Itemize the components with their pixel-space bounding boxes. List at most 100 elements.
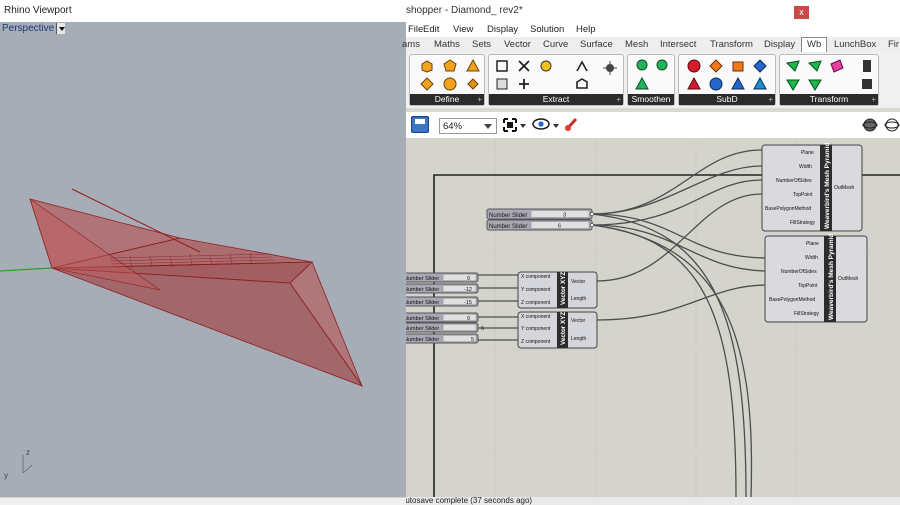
subd-diamond-icon[interactable] <box>753 59 767 73</box>
tab-intersect[interactable]: Intersect <box>660 39 696 50</box>
expand-group-icon[interactable]: + <box>871 94 876 105</box>
mesh-extrude-icon[interactable] <box>860 59 874 73</box>
input-param: TopPoint <box>798 283 818 289</box>
gh-menu-bar: File Edit View Display Solution Help <box>406 22 900 37</box>
mesh-vertices-icon[interactable] <box>539 59 553 73</box>
number-slider[interactable]: Number Slider 5 <box>406 333 479 344</box>
viewport-canvas[interactable]: z y <box>0 36 406 497</box>
slider-label: Number Slider <box>489 224 527 230</box>
menu-display[interactable]: Display <box>487 24 518 35</box>
mesh-edges-icon[interactable] <box>495 59 509 73</box>
subd-blue-triangle-icon[interactable] <box>731 77 745 91</box>
expand-group-icon[interactable]: + <box>477 94 482 105</box>
smooth-mesh-icon[interactable] <box>635 77 649 91</box>
ribbon-group-subd: SubD + <box>678 54 776 106</box>
subd-sphere-icon[interactable] <box>687 59 701 73</box>
mesh-boundary-icon[interactable] <box>575 77 589 91</box>
input-param: Width <box>799 164 812 170</box>
paint-brush-icon[interactable] <box>564 117 582 132</box>
ribbon-group-transform: Transform + <box>779 54 879 106</box>
number-slider[interactable]: Number Slider 6 <box>406 322 484 333</box>
mesh-picture-frame-icon[interactable] <box>786 77 800 91</box>
subd-cube-icon[interactable] <box>731 59 745 73</box>
component-name: Vector XYZ <box>560 312 567 345</box>
subd-pyramid-icon[interactable] <box>753 77 767 91</box>
close-button[interactable]: x <box>794 6 809 19</box>
tab-mesh[interactable]: Mesh <box>625 39 648 50</box>
subd-blue-sphere-icon[interactable] <box>709 77 723 91</box>
tab-display[interactable]: Display <box>764 39 795 50</box>
tab-sets[interactable]: Sets <box>472 39 491 50</box>
expand-group-icon[interactable]: + <box>616 94 621 105</box>
dodecahedron-mesh-icon[interactable] <box>443 59 457 73</box>
chevron-down-icon[interactable] <box>553 124 559 128</box>
canvas-toolbar: 64% <box>406 112 900 138</box>
ribbon-group-define: Define + <box>409 54 485 106</box>
number-slider[interactable]: Number Slider -15 <box>406 296 479 307</box>
menu-view[interactable]: View <box>453 24 473 35</box>
mesh-cross-icon[interactable] <box>517 59 531 73</box>
input-param: NumberOfSides <box>781 269 817 275</box>
number-slider[interactable]: Number Slider 0 <box>406 312 479 323</box>
component-name: Weaverbird's Mesh Pyramid <box>828 234 835 320</box>
box-mesh-icon[interactable] <box>420 59 434 73</box>
mesh-offset-icon[interactable] <box>786 59 800 73</box>
mesh-carpet-icon[interactable] <box>808 77 822 91</box>
mesh-star-icon[interactable] <box>603 61 617 75</box>
mesh-window-icon[interactable] <box>830 59 844 73</box>
number-slider[interactable]: Number Slider 3 <box>486 208 594 220</box>
expand-group-icon[interactable]: + <box>768 94 773 105</box>
number-slider[interactable]: Number Slider -12 <box>406 283 479 294</box>
viewport-menu-dropdown-icon[interactable] <box>56 23 65 34</box>
zoom-dropdown[interactable]: 64% <box>439 118 497 134</box>
octahedron-mesh-icon[interactable] <box>420 77 434 91</box>
rhino-viewport-window: Rhino Viewport Perspective z y <box>0 0 406 505</box>
mesh-pyramid-component[interactable]: Weaverbird's Mesh Pyramid Plane Width Nu… <box>761 143 863 232</box>
slider-label: Number Slider <box>406 287 439 293</box>
loop-subdivision-icon[interactable] <box>655 59 669 73</box>
number-slider[interactable]: Number Slider 0 <box>406 272 479 283</box>
vector-xyz-component[interactable]: Vector XYZ X component Y component Z com… <box>517 311 598 349</box>
gh-canvas[interactable]: Number Slider 3 Number Slider 6 Number S… <box>406 138 900 497</box>
menu-file[interactable]: File <box>408 24 423 35</box>
preview-eye-icon[interactable] <box>532 118 550 130</box>
tab-lunchbox[interactable]: LunchBox <box>834 39 876 50</box>
mesh-join-icon[interactable] <box>860 77 874 91</box>
tab-more[interactable]: Fir <box>888 39 899 50</box>
wireframe-preview-icon[interactable] <box>884 117 900 133</box>
tab-wb[interactable]: Wb <box>801 37 828 52</box>
axis-z-label: z <box>26 448 30 457</box>
gh-status-bar: Autosave complete (37 seconds ago) <box>406 497 900 505</box>
save-button[interactable] <box>411 116 429 133</box>
gh-window-title: shopper - Diamond_ rev2* <box>406 0 900 22</box>
tab-transform[interactable]: Transform <box>710 39 753 50</box>
mesh-faces-icon[interactable] <box>495 77 509 91</box>
mesh-normals-icon[interactable] <box>575 59 589 73</box>
tab-maths[interactable]: Maths <box>434 39 460 50</box>
tab-curve[interactable]: Curve <box>543 39 568 50</box>
menu-help[interactable]: Help <box>576 24 596 35</box>
component-name: Weaverbird's Mesh Pyramid <box>824 143 831 229</box>
shaded-preview-icon[interactable] <box>862 117 878 133</box>
vector-xyz-component[interactable]: Vector XYZ X component Y component Z com… <box>517 271 598 309</box>
mesh-split-icon[interactable] <box>517 77 531 91</box>
catmull-clark-icon[interactable] <box>635 59 649 73</box>
mesh-pyramid-component[interactable]: Weaverbird's Mesh Pyramid Plane Width Nu… <box>764 234 868 323</box>
menu-edit[interactable]: Edit <box>423 24 439 35</box>
number-slider[interactable]: Number Slider 6 <box>486 219 594 231</box>
mesh-pyramid-icon[interactable] <box>466 77 480 91</box>
mesh-thicken-icon[interactable] <box>808 59 822 73</box>
icosahedron-mesh-icon[interactable] <box>443 77 457 91</box>
zoom-extents-icon[interactable] <box>503 118 517 132</box>
output-param: Length <box>571 336 587 342</box>
subd-triangle-icon[interactable] <box>687 77 701 91</box>
tetrahedron-mesh-icon[interactable] <box>466 59 480 73</box>
tab-params[interactable]: ams <box>402 39 420 50</box>
chevron-down-icon[interactable] <box>520 124 526 128</box>
viewport-name-label[interactable]: Perspective <box>2 23 54 34</box>
menu-solution[interactable]: Solution <box>530 24 564 35</box>
slider-value: 5 <box>471 337 474 343</box>
tab-surface[interactable]: Surface <box>580 39 613 50</box>
subd-cross-icon[interactable] <box>709 59 723 73</box>
tab-vector[interactable]: Vector <box>504 39 531 50</box>
